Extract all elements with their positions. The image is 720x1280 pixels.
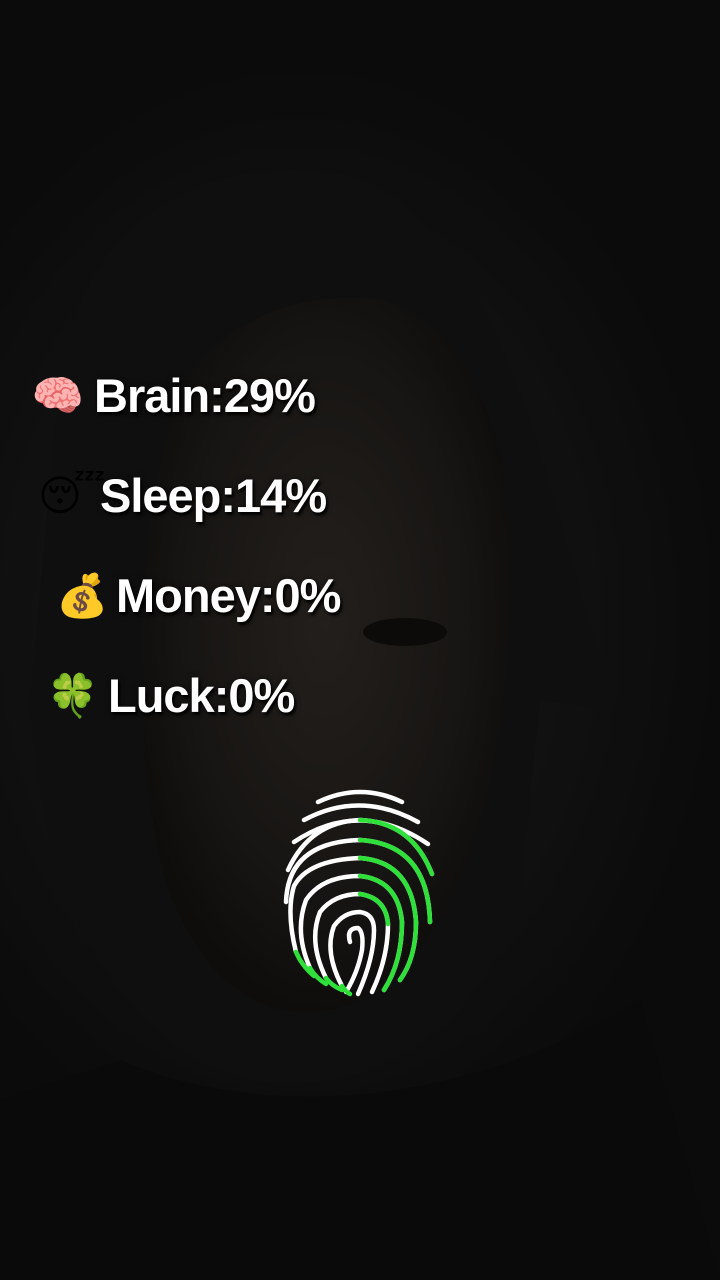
brain-icon: 🧠 [31,370,85,420]
sleeping-face-icon: 😴 [38,470,106,520]
stat-luck-label: Luck:0% [108,669,295,722]
stat-brain: 🧠 Brain:29% [30,369,316,422]
camera-filter-screen: 🧠 Brain:29% 😴 Sleep:14% 💰 Money:0% 🍀 Luc… [0,0,720,1280]
fingerprint-icon[interactable] [280,782,440,1002]
stat-money: 💰 Money:0% [56,569,341,622]
camera-background [0,168,720,1280]
stat-luck: 🍀 Luck:0% [46,669,295,722]
stat-sleep: 😴 Sleep:14% [38,469,327,522]
stat-money-label: Money:0% [116,569,341,622]
stat-brain-label: Brain:29% [94,369,316,422]
four-leaf-clover-icon: 🍀 [46,670,100,720]
money-bag-icon: 💰 [56,570,109,620]
stat-sleep-label: Sleep:14% [100,469,327,522]
